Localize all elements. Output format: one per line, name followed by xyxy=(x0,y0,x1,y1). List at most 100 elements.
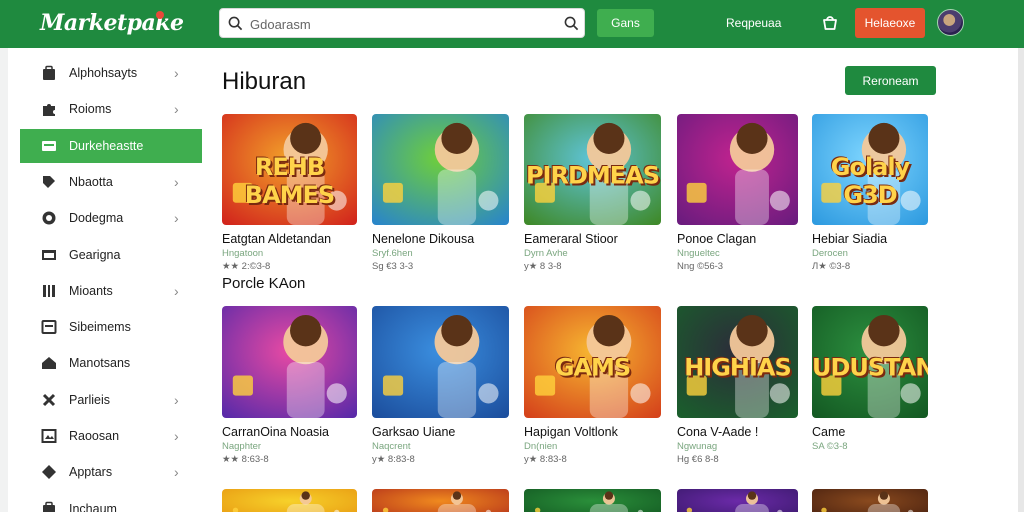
scrollbar[interactable] xyxy=(1018,48,1024,512)
card-price: ★★ 8:63-8 xyxy=(222,454,269,465)
card-title[interactable]: Eameraral Stioor xyxy=(524,232,661,246)
chevron-right-icon: › xyxy=(174,101,179,118)
game-thumbnail[interactable]: REHB BAMES xyxy=(222,114,357,225)
card-category: Naqcrent xyxy=(372,441,411,452)
target-icon xyxy=(40,209,58,227)
game-thumbnail[interactable] xyxy=(372,114,509,225)
game-thumbnail[interactable]: Golaly G3D xyxy=(812,114,928,225)
window-icon xyxy=(40,246,58,264)
card-title[interactable]: Garksao Uiane xyxy=(372,425,509,439)
sidebar-item-label: Roioms xyxy=(69,102,112,117)
card-category: Ngwunag xyxy=(677,441,718,452)
game-thumbnail[interactable] xyxy=(372,306,509,418)
game-card[interactable] xyxy=(524,489,661,512)
sidebar-item-label: Raoosan xyxy=(69,429,120,443)
bag-icon xyxy=(40,500,58,512)
card-title[interactable]: Came xyxy=(812,425,928,439)
sidebar-item[interactable]: Mioants › xyxy=(8,274,202,308)
sidebar-item-label: Durkeheastte xyxy=(69,138,144,153)
game-thumbnail[interactable]: PIRDMEAS xyxy=(524,114,661,225)
card-category: Hngatoon xyxy=(222,248,264,259)
game-card[interactable]: PIRDMEAS Eameraral Stioor Dyrn Avhe у★ 8 3-… xyxy=(524,114,661,272)
tag-icon xyxy=(40,173,58,191)
game-thumbnail[interactable] xyxy=(222,306,357,418)
avatar[interactable] xyxy=(937,9,964,36)
game-thumbnail[interactable]: HIGHIAS xyxy=(677,306,798,418)
card-title[interactable]: Cona V-Aade ! xyxy=(677,425,798,439)
sidebar-item[interactable]: Durkeheastte xyxy=(20,128,202,163)
game-card[interactable]: Golaly G3D Hebiar Siadia Derocen Л★ ©3-8 xyxy=(812,114,928,272)
game-card[interactable]: UDUSTAN Came SA ©3-8 xyxy=(812,306,928,452)
sidebar-item[interactable]: Parlieis › xyxy=(8,383,202,417)
top-bar: Marketpake Gans Reqpeuaa Helaeoxe xyxy=(0,0,1024,48)
sidebar-item-label: Mioants xyxy=(69,283,113,298)
game-card[interactable] xyxy=(812,489,928,512)
card-title[interactable]: Nenelone Dikousa xyxy=(372,232,509,246)
game-card[interactable]: Garksao Uiane Naqcrent у★ 8:83-8 xyxy=(372,306,509,465)
sidebar-item[interactable]: Gearigna xyxy=(8,238,202,272)
sidebar-item[interactable]: Sibeimems xyxy=(8,310,202,344)
thumbnail-art-text: PIRDMEAS xyxy=(525,161,660,190)
card-title[interactable]: Eatgtan Aldetandan xyxy=(222,232,357,246)
sidebar-item[interactable]: Raoosan › xyxy=(8,419,202,453)
game-thumbnail[interactable] xyxy=(677,114,798,225)
chevron-right-icon: › xyxy=(174,65,179,81)
game-card[interactable]: Ponoe Clagan Nngueltec Nng ©56-3 xyxy=(677,114,798,272)
search-input[interactable] xyxy=(250,13,550,35)
chevron-right-icon: › xyxy=(174,173,179,190)
sidebar-item[interactable]: Manotsans xyxy=(8,346,202,380)
game-thumbnail[interactable] xyxy=(812,489,928,512)
search-box[interactable] xyxy=(219,8,585,38)
sidebar-item[interactable]: Alphohsayts › xyxy=(8,56,202,90)
game-thumbnail[interactable] xyxy=(677,489,798,512)
card-title[interactable]: CarranOina Noasia xyxy=(222,425,357,439)
sidebar-item-label: Apptars xyxy=(69,465,113,480)
game-card[interactable]: Nenelone Dikousa Sryf.6hen Sg €3 3-3 xyxy=(372,114,509,272)
game-thumbnail[interactable] xyxy=(372,489,509,512)
thumbnail-art-text: HIGHIAS xyxy=(684,353,792,382)
chevron-right-icon: › xyxy=(174,282,179,299)
game-card[interactable]: REHB BAMES Eatgtan Aldetandan Hngatoon ★★ 2… xyxy=(222,114,357,272)
card-icon xyxy=(40,137,58,155)
game-card[interactable] xyxy=(372,489,509,512)
card-price: Sg €3 3-3 xyxy=(372,261,414,272)
card-title[interactable]: Hapigan Voltlonk xyxy=(524,425,661,439)
image-icon xyxy=(40,427,58,445)
game-thumbnail[interactable]: GAMS xyxy=(524,306,661,418)
game-card[interactable] xyxy=(222,489,357,512)
game-card[interactable]: CarranOina Noasia Nagphter ★★ 8:63-8 xyxy=(222,306,357,465)
sidebar-item[interactable]: Apptars › xyxy=(8,455,202,489)
sliders-icon xyxy=(40,282,58,300)
sidebar-item[interactable]: Nbaotta › xyxy=(8,165,202,199)
card-title[interactable]: Ponoe Clagan xyxy=(677,232,798,246)
signup-button[interactable]: Helaeoxe xyxy=(855,8,925,38)
header-link[interactable]: Reqpeuaa xyxy=(726,16,781,30)
action-button[interactable]: Reroneam xyxy=(845,66,936,95)
sidebar-item[interactable]: Inchaum xyxy=(8,492,202,512)
card-price: Nng ©56-3 xyxy=(677,261,724,272)
game-thumbnail[interactable] xyxy=(524,489,661,512)
sidebar-item[interactable]: Dodegma › xyxy=(8,201,202,235)
game-thumbnail[interactable] xyxy=(222,489,357,512)
sidebar-item-label: Gearigna xyxy=(69,247,121,262)
game-card[interactable]: GAMS Hapigan Voltlonk Dn(nien у★ 8:83-8 xyxy=(524,306,661,465)
main-content: Hiburan Reroneam Porcle KAon REHB BAMES E… xyxy=(202,48,1018,512)
sidebar-item-label: Inchaum xyxy=(69,501,117,512)
game-thumbnail[interactable]: UDUSTAN xyxy=(812,306,928,418)
game-card[interactable] xyxy=(677,489,798,512)
sidebar-item[interactable]: Roioms › xyxy=(8,92,202,126)
puzzle-icon xyxy=(40,100,58,118)
card-price: у★ 8:83-8 xyxy=(372,454,415,465)
sidebar-item-label: Sibeimems xyxy=(69,320,131,335)
game-card[interactable]: HIGHIAS Cona V-Aade ! Ngwunag Hg €6 8-8 xyxy=(677,306,798,465)
sidebar-item-label: Manotsans xyxy=(69,356,131,371)
cart-icon[interactable] xyxy=(820,13,840,33)
section-title: Porcle KAon xyxy=(222,275,306,292)
chevron-right-icon: › xyxy=(174,210,179,227)
chevron-right-icon: › xyxy=(174,391,179,408)
cross-icon xyxy=(40,391,58,409)
card-title[interactable]: Hebiar Siadia xyxy=(812,232,928,246)
chevron-right-icon: › xyxy=(174,464,179,481)
search-button[interactable]: Gans xyxy=(597,9,654,37)
search-submit-icon[interactable] xyxy=(564,16,579,31)
